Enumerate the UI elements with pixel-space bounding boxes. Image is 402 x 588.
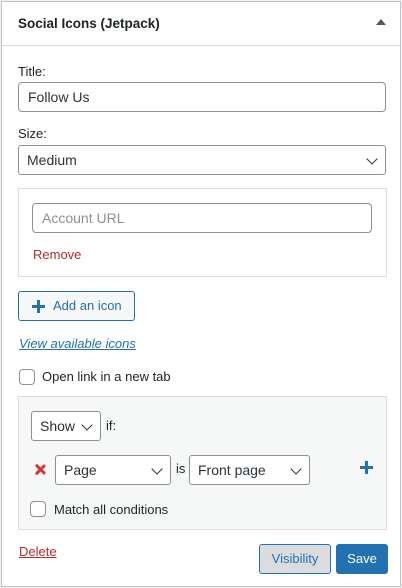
condition-minor-select[interactable]: Front page (189, 455, 310, 485)
visibility-panel: Show if: Page is Front page Match all co… (18, 396, 387, 530)
visibility-button[interactable]: Visibility (259, 544, 331, 574)
title-input[interactable]: Follow Us (18, 82, 386, 112)
chevron-down-icon (366, 153, 378, 165)
show-hide-value: Show (40, 418, 76, 434)
social-icons-widget: Social Icons (Jetpack) Title: Follow Us … (1, 1, 401, 587)
delete-link[interactable]: Delete (19, 544, 57, 559)
title-input-value: Follow Us (28, 89, 90, 105)
chevron-down-icon (81, 419, 93, 431)
condition-minor-value: Front page (198, 462, 266, 478)
if-label: if: (106, 418, 117, 433)
size-select[interactable]: Medium (18, 145, 386, 175)
account-url-placeholder: Account URL (42, 210, 125, 226)
title-label: Title: (18, 64, 46, 79)
save-button[interactable]: Save (336, 544, 388, 574)
add-icon-button[interactable]: Add an icon (18, 291, 135, 321)
plus-icon (32, 300, 45, 313)
remove-condition-icon[interactable] (35, 464, 46, 475)
add-icon-label: Add an icon (53, 298, 122, 313)
size-label: Size: (18, 126, 47, 141)
account-url-input[interactable]: Account URL (32, 203, 372, 233)
condition-major-select[interactable]: Page (55, 455, 171, 485)
new-tab-label: Open link in a new tab (42, 369, 171, 384)
match-all-label: Match all conditions (54, 502, 169, 517)
condition-major-value: Page (64, 462, 97, 478)
show-hide-select[interactable]: Show (31, 411, 101, 441)
view-available-icons-link[interactable]: View available icons (19, 336, 136, 351)
match-all-checkbox[interactable] (30, 501, 46, 517)
widget-header[interactable]: Social Icons (Jetpack) (2, 2, 400, 46)
is-label: is (176, 461, 186, 476)
icon-entry: Account URL Remove (18, 188, 387, 277)
collapse-arrow-icon[interactable] (376, 19, 386, 25)
new-tab-checkbox[interactable] (19, 369, 35, 385)
remove-link[interactable]: Remove (33, 247, 81, 262)
chevron-down-icon (290, 463, 302, 475)
size-select-value: Medium (27, 152, 77, 168)
add-condition-icon[interactable] (360, 461, 373, 474)
chevron-down-icon (151, 463, 163, 475)
widget-title: Social Icons (Jetpack) (18, 16, 160, 31)
